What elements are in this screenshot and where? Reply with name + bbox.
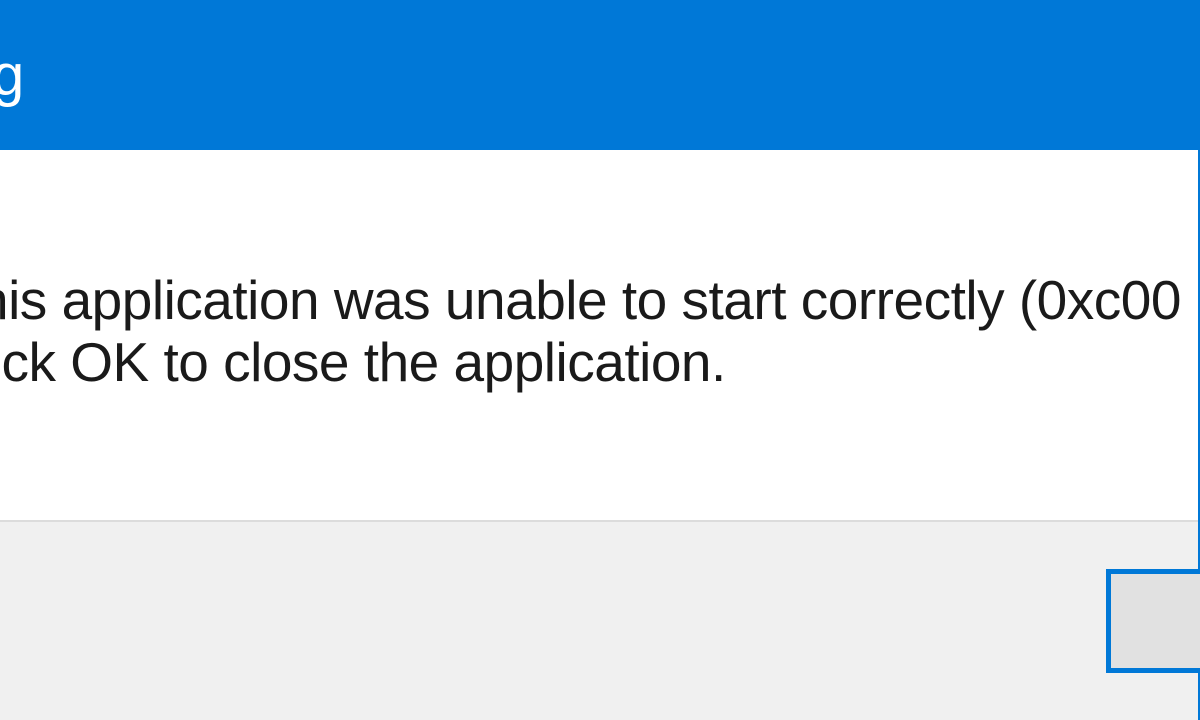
message-line-2: lick OK to close the application. <box>0 331 726 393</box>
dialog-title: g <box>0 42 23 109</box>
title-bar: g <box>0 0 1198 150</box>
dialog-footer <box>0 520 1198 720</box>
error-dialog: g his application was unable to start co… <box>0 0 1200 720</box>
message-line-1: his application was unable to start corr… <box>0 269 1181 331</box>
dialog-body: his application was unable to start corr… <box>0 150 1198 520</box>
error-message: his application was unable to start corr… <box>0 270 1181 393</box>
ok-button[interactable] <box>1106 569 1200 673</box>
